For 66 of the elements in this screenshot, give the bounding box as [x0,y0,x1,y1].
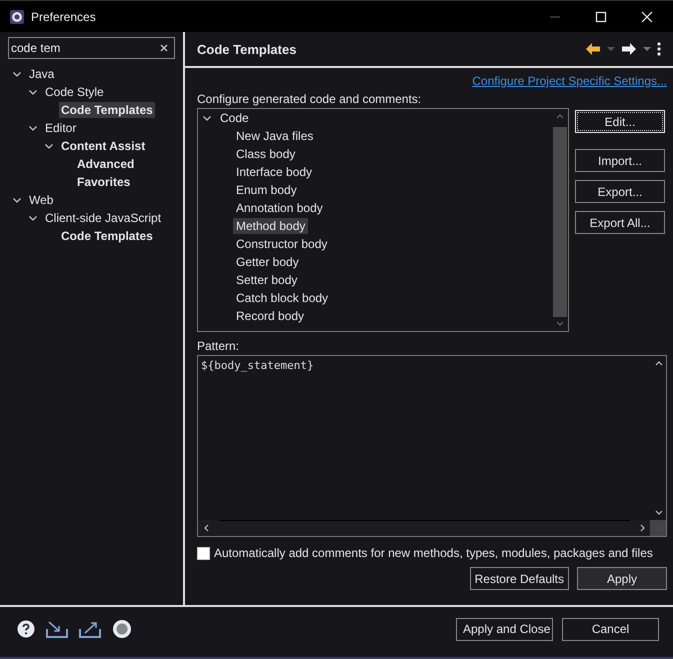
tree-item[interactable]: Java [27,66,56,82]
dialog-button[interactable]: Apply and Close [456,618,553,640]
template-item[interactable]: Catch block body [233,290,332,306]
record-icon[interactable] [112,619,132,639]
chevron-down-icon[interactable] [12,195,22,205]
template-item[interactable]: Getter body [233,254,302,270]
dialog-button[interactable]: Restore Defaults [470,567,569,590]
forward-arrow-icon[interactable] [621,42,637,56]
tree-item[interactable]: Code Templates [59,102,155,118]
dialog-button[interactable]: Apply [577,567,667,590]
window-title: Preferences [31,10,96,24]
side-button[interactable]: Edit... [575,110,665,133]
chevron-down-icon[interactable] [202,113,212,123]
maximize-icon[interactable] [595,10,607,22]
tree-item[interactable]: Advanced [75,156,136,172]
tree-item[interactable]: Favorites [75,174,132,190]
template-item[interactable]: Class body [233,146,298,162]
scroll-thumb[interactable] [553,127,567,317]
clear-icon[interactable] [159,43,169,53]
tree-item[interactable]: Code Style [43,84,106,100]
scrollbar-corner [650,520,666,536]
template-item[interactable]: Interface body [233,164,316,180]
dropdown-caret-icon[interactable] [607,46,615,52]
section-label: Configure generated code and comments: [197,91,422,108]
scroll-right-icon[interactable] [640,524,646,532]
dropdown-caret-icon[interactable] [643,46,651,52]
chevron-down-icon[interactable] [28,213,38,223]
template-item[interactable]: Code [217,110,252,126]
help-icon[interactable] [17,620,35,638]
pattern-label: Pattern: [197,338,240,355]
template-item[interactable]: Record body [233,308,308,324]
checkbox-label: Automatically add comments for new methods, types, modules, packages and files [214,546,653,560]
template-item[interactable]: Setter body [233,272,300,288]
import-icon[interactable] [46,620,68,638]
checkbox[interactable] [197,546,210,560]
settings-link[interactable]: Configure Project Specific Settings... [472,74,667,88]
chevron-down-icon[interactable] [12,69,22,79]
side-button[interactable]: Export All... [575,211,665,234]
scroll-up-icon[interactable] [655,360,663,366]
template-item[interactable]: New Java files [233,128,316,144]
filter-field[interactable]: code tem [8,37,175,59]
scroll-left-icon[interactable] [203,524,209,532]
dialog-button[interactable]: Cancel [562,618,659,640]
chevron-down-icon[interactable] [28,87,38,97]
chevron-down-icon[interactable] [28,123,38,133]
tree-item[interactable]: Code Templates [59,228,155,244]
close-icon[interactable] [641,10,653,22]
page-title: Code Templates [197,42,296,56]
chevron-down-icon[interactable] [44,141,54,151]
pattern-editor[interactable]: ${body_statement} [197,355,667,537]
side-button[interactable]: Export... [575,180,665,203]
template-item[interactable]: Method body [233,218,308,234]
template-item[interactable]: Annotation body [233,200,326,216]
tree-item[interactable]: Content Assist [59,138,148,154]
template-item[interactable]: Constructor body [233,236,330,252]
scroll-down-icon[interactable] [655,510,663,516]
back-arrow-icon[interactable] [585,42,601,56]
export-icon[interactable] [79,620,101,638]
app-icon[interactable] [9,8,25,24]
tree-item[interactable]: Web [27,192,56,208]
template-item[interactable]: Enum body [233,182,300,198]
tree-item[interactable]: Client-side JavaScript [43,210,164,226]
pattern-text: ${body_statement} [200,358,315,374]
side-button[interactable]: Import... [575,149,665,172]
tree-item[interactable]: Editor [43,120,78,136]
more-options-icon[interactable] [657,42,661,56]
